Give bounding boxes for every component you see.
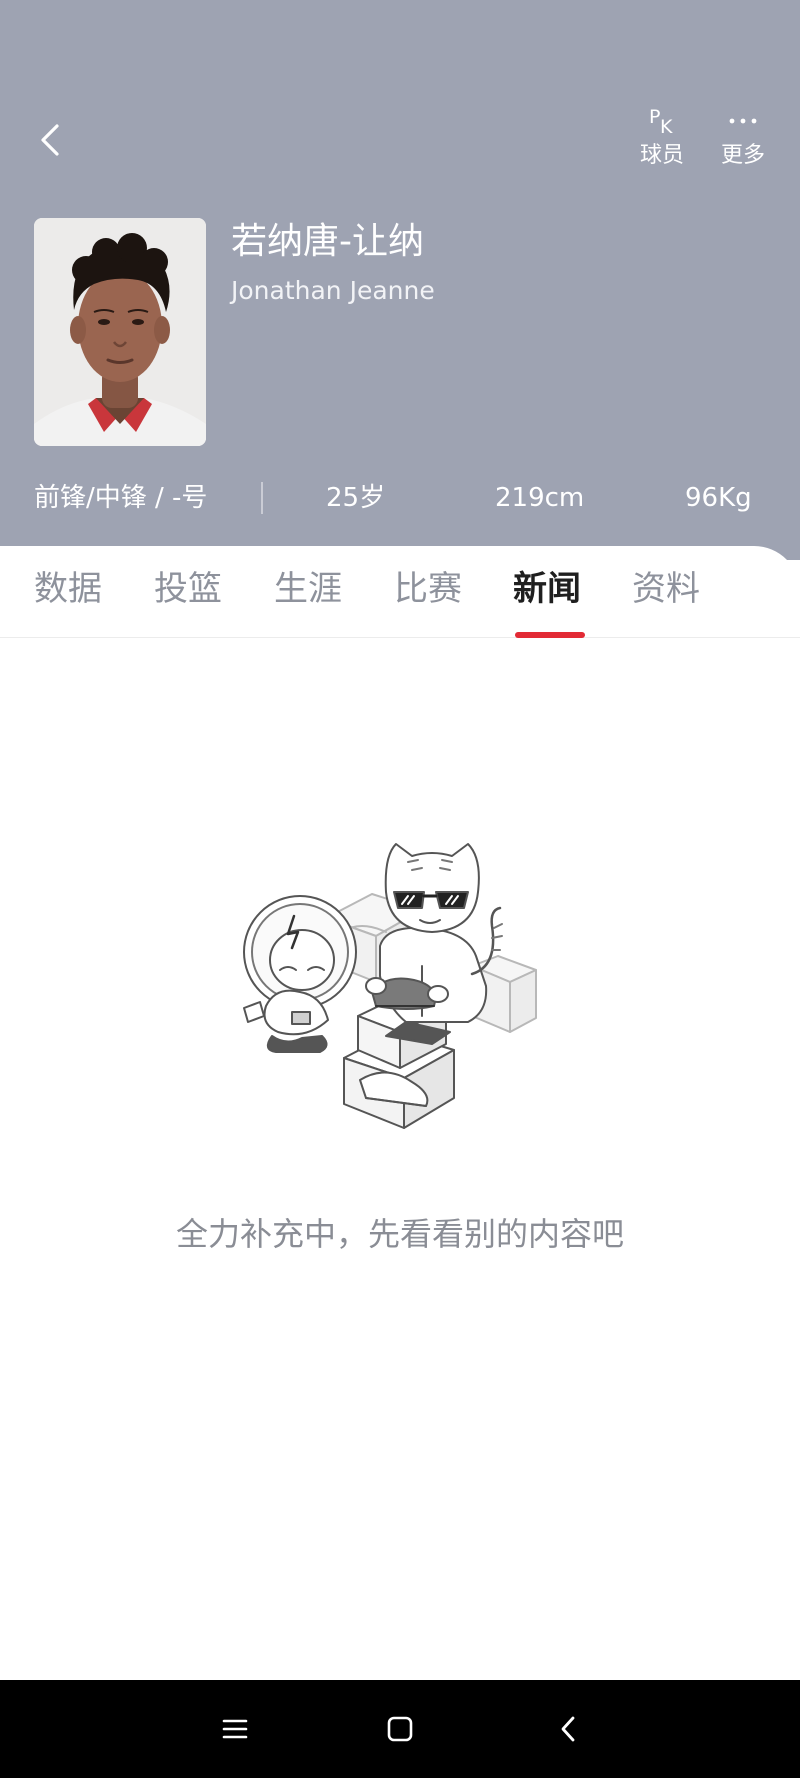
- more-dots-icon: [729, 118, 757, 124]
- player-portrait: [34, 218, 206, 446]
- stats-divider: [261, 482, 263, 514]
- tab-career[interactable]: 生涯: [274, 566, 342, 612]
- player-stats-row: 前锋/中锋 / -号 25岁 219cm 96Kg: [0, 476, 800, 520]
- empty-state-message: 全力补充中，先看看别的内容吧: [175, 1215, 624, 1253]
- more-label: 更多: [720, 143, 765, 168]
- pk-icon-k: K: [660, 116, 673, 138]
- more-button[interactable]: 更多: [708, 104, 778, 170]
- player-name-chinese: 若纳唐-让纳: [231, 221, 424, 262]
- home-square-icon: [387, 1716, 413, 1742]
- tab-profile[interactable]: 资料: [632, 566, 700, 612]
- system-navigation-bar: [0, 1680, 800, 1778]
- recent-apps-button[interactable]: [205, 1704, 265, 1754]
- empty-state-cartoon-icon: [243, 843, 537, 1129]
- menu-icon: [222, 1719, 248, 1739]
- pk-player-label: 球员: [639, 143, 684, 168]
- pk-icon: P K: [647, 106, 677, 138]
- pk-icon-p: P: [649, 106, 661, 128]
- home-button[interactable]: [370, 1704, 430, 1754]
- back-button[interactable]: [30, 118, 70, 162]
- player-height: 219cm: [495, 483, 585, 513]
- player-age: 25岁: [326, 483, 386, 513]
- player-avatar: [34, 218, 206, 446]
- tab-news[interactable]: 新闻: [513, 566, 581, 612]
- player-weight: 96Kg: [685, 483, 752, 513]
- system-back-button[interactable]: [538, 1704, 598, 1754]
- tab-shooting[interactable]: 投篮: [154, 566, 222, 612]
- pk-player-button[interactable]: P K 球员: [627, 104, 697, 170]
- tab-bar: 数据 投篮 生涯 比赛 新闻 资料: [0, 546, 800, 638]
- player-name-english: Jonathan Jeanne: [231, 276, 435, 305]
- tab-games[interactable]: 比赛: [394, 566, 462, 612]
- back-triangle-icon: [561, 1716, 575, 1742]
- tab-stats[interactable]: 数据: [34, 566, 102, 612]
- empty-state-illustration: [236, 836, 568, 1136]
- player-profile-page: P K 球员 更多 若纳唐-让纳 Jonathan Jeanne 前锋/中锋 /…: [0, 0, 800, 1778]
- player-header: P K 球员 更多 若纳唐-让纳 Jonathan Jeanne 前锋/中锋 /…: [0, 0, 800, 560]
- chevron-left-icon: [41, 124, 59, 156]
- active-tab-indicator: [515, 632, 585, 638]
- player-position: 前锋/中锋 / -号: [34, 483, 208, 513]
